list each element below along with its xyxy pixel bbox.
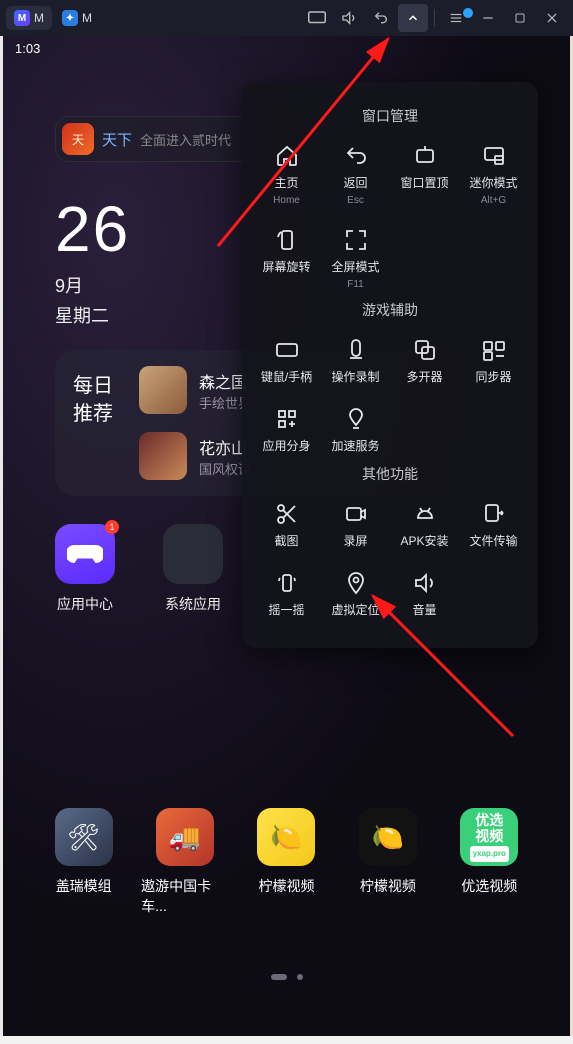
file-transfer-icon (479, 502, 509, 526)
dock-tile-icon: 🛠 (55, 808, 113, 866)
status-bar: 1:03 (3, 36, 570, 60)
dock-label: 遨游中国卡车... (141, 876, 229, 916)
page-indicator[interactable] (271, 974, 303, 980)
keyboard-icon (272, 338, 302, 362)
minimize-button[interactable] (473, 4, 503, 32)
panel-fullscreen[interactable]: 全屏模式 F11 (321, 224, 390, 294)
panel-gps[interactable]: 虚拟定位 (321, 567, 390, 622)
panel-record-screen[interactable]: 录屏 (321, 498, 390, 553)
page-dot-active (271, 974, 287, 980)
multi-icon (410, 338, 440, 362)
menu-button[interactable] (441, 4, 471, 32)
panel-keymap[interactable]: 键鼠/手柄 (252, 334, 321, 389)
close-button[interactable] (537, 4, 567, 32)
dock-tile-icon: 🚚 (156, 808, 214, 866)
tab-2[interactable]: ✦ M (54, 6, 100, 30)
panel-sync[interactable]: 同步器 (459, 334, 528, 389)
status-time: 1:03 (15, 41, 40, 56)
emulator-icon: M (14, 10, 30, 26)
window-edge (0, 1036, 573, 1044)
panel-section-other: 其他功能 (252, 464, 528, 484)
promo-app-name: 天下 (102, 129, 132, 150)
panel-home[interactable]: 主页 Home (252, 140, 321, 210)
tab-1-label: M (34, 11, 44, 25)
dock-label: 优选视频 (461, 876, 517, 896)
panel-clone[interactable]: 应用分身 (252, 403, 321, 458)
app-center-label: 应用中心 (57, 594, 113, 614)
location-icon (341, 571, 371, 595)
volume-icon[interactable] (334, 4, 364, 32)
fullscreen-icon (341, 228, 371, 252)
assistant-icon: ✦ (62, 10, 78, 26)
gamepad-icon: 1 (55, 524, 115, 584)
volume-icon (410, 571, 440, 595)
dock-tile-icon: 🍋 (257, 808, 315, 866)
sync-icon (479, 338, 509, 362)
panel-multi[interactable]: 多开器 (390, 334, 459, 389)
scissors-icon (272, 502, 302, 526)
macro-icon (341, 338, 371, 362)
recommend-thumb-icon (139, 366, 187, 414)
clone-icon (272, 407, 302, 431)
quick-panel: 窗口管理 主页 Home 返回 Esc 窗口置顶 迷你模式 Alt+G (242, 82, 538, 648)
panel-record-action[interactable]: 操作录制 (321, 334, 390, 389)
undo-icon[interactable] (366, 4, 396, 32)
promo-app-icon: 天 (62, 123, 94, 155)
system-apps-folder[interactable]: 系统应用 (163, 524, 223, 614)
maximize-button[interactable] (505, 4, 535, 32)
dock-label: 柠檬视频 (258, 876, 314, 896)
video-icon (341, 502, 371, 526)
back-icon (341, 144, 371, 168)
dock-tile-icon: 优选视频 yxap.pro (460, 808, 518, 866)
panel-shake[interactable]: 摇一摇 (252, 567, 321, 622)
home-icon (272, 144, 302, 168)
panel-section-window: 窗口管理 (252, 106, 528, 126)
recommend-thumb-icon (139, 432, 187, 480)
emulator-screen: 1:03 天 天下 全面进入贰时代 26 9月 星期二 每日 推荐 森之国 (3, 36, 570, 1036)
panel-ontop[interactable]: 窗口置顶 (390, 140, 459, 210)
separator (434, 9, 435, 27)
dock: 🛠 盖瑞模组 🚚 遨游中国卡车... 🍋 柠檬视频 🍋 柠檬视频 优选视频 yx… (3, 808, 570, 916)
daily-recommend-header: 每日 推荐 (73, 366, 121, 480)
folder-icon (163, 524, 223, 584)
window-titlebar: M M ✦ M (0, 0, 573, 36)
tab-2-label: M (82, 11, 92, 25)
panel-file[interactable]: 文件传输 (459, 498, 528, 553)
rotate-icon (272, 228, 302, 252)
mini-icon (479, 144, 509, 168)
tab-1[interactable]: M M (6, 6, 52, 30)
panel-back[interactable]: 返回 Esc (321, 140, 390, 210)
dock-app-2[interactable]: 🚚 遨游中国卡车... (141, 808, 229, 916)
expand-up-button[interactable] (398, 4, 428, 32)
dock-app-1[interactable]: 🛠 盖瑞模组 (40, 808, 128, 916)
page-dot (297, 974, 303, 980)
app-center-icon[interactable]: 1 应用中心 (55, 524, 115, 614)
boost-icon (341, 407, 371, 431)
panel-section-game: 游戏辅助 (252, 300, 528, 320)
dock-tile-icon: 🍋 (359, 808, 417, 866)
dock-label: 盖瑞模组 (56, 876, 112, 896)
android-icon (410, 502, 440, 526)
dock-label: 柠檬视频 (360, 876, 416, 896)
dock-app-4[interactable]: 🍋 柠檬视频 (344, 808, 432, 916)
badge: 1 (105, 520, 119, 534)
keyboard-icon[interactable] (302, 4, 332, 32)
shake-icon (272, 571, 302, 595)
dock-app-3[interactable]: 🍋 柠檬视频 (242, 808, 330, 916)
panel-screenshot[interactable]: 截图 (252, 498, 321, 553)
panel-mini[interactable]: 迷你模式 Alt+G (459, 140, 528, 210)
promo-text: 全面进入贰时代 (140, 130, 231, 149)
dock-app-5[interactable]: 优选视频 yxap.pro 优选视频 (445, 808, 533, 916)
panel-apk[interactable]: APK安装 (390, 498, 459, 553)
panel-volume[interactable]: 音量 (390, 567, 459, 622)
panel-rotate[interactable]: 屏幕旋转 (252, 224, 321, 294)
pin-icon (410, 144, 440, 168)
system-apps-label: 系统应用 (165, 594, 221, 614)
panel-boost[interactable]: 加速服务 (321, 403, 390, 458)
notification-dot-icon (463, 8, 473, 18)
